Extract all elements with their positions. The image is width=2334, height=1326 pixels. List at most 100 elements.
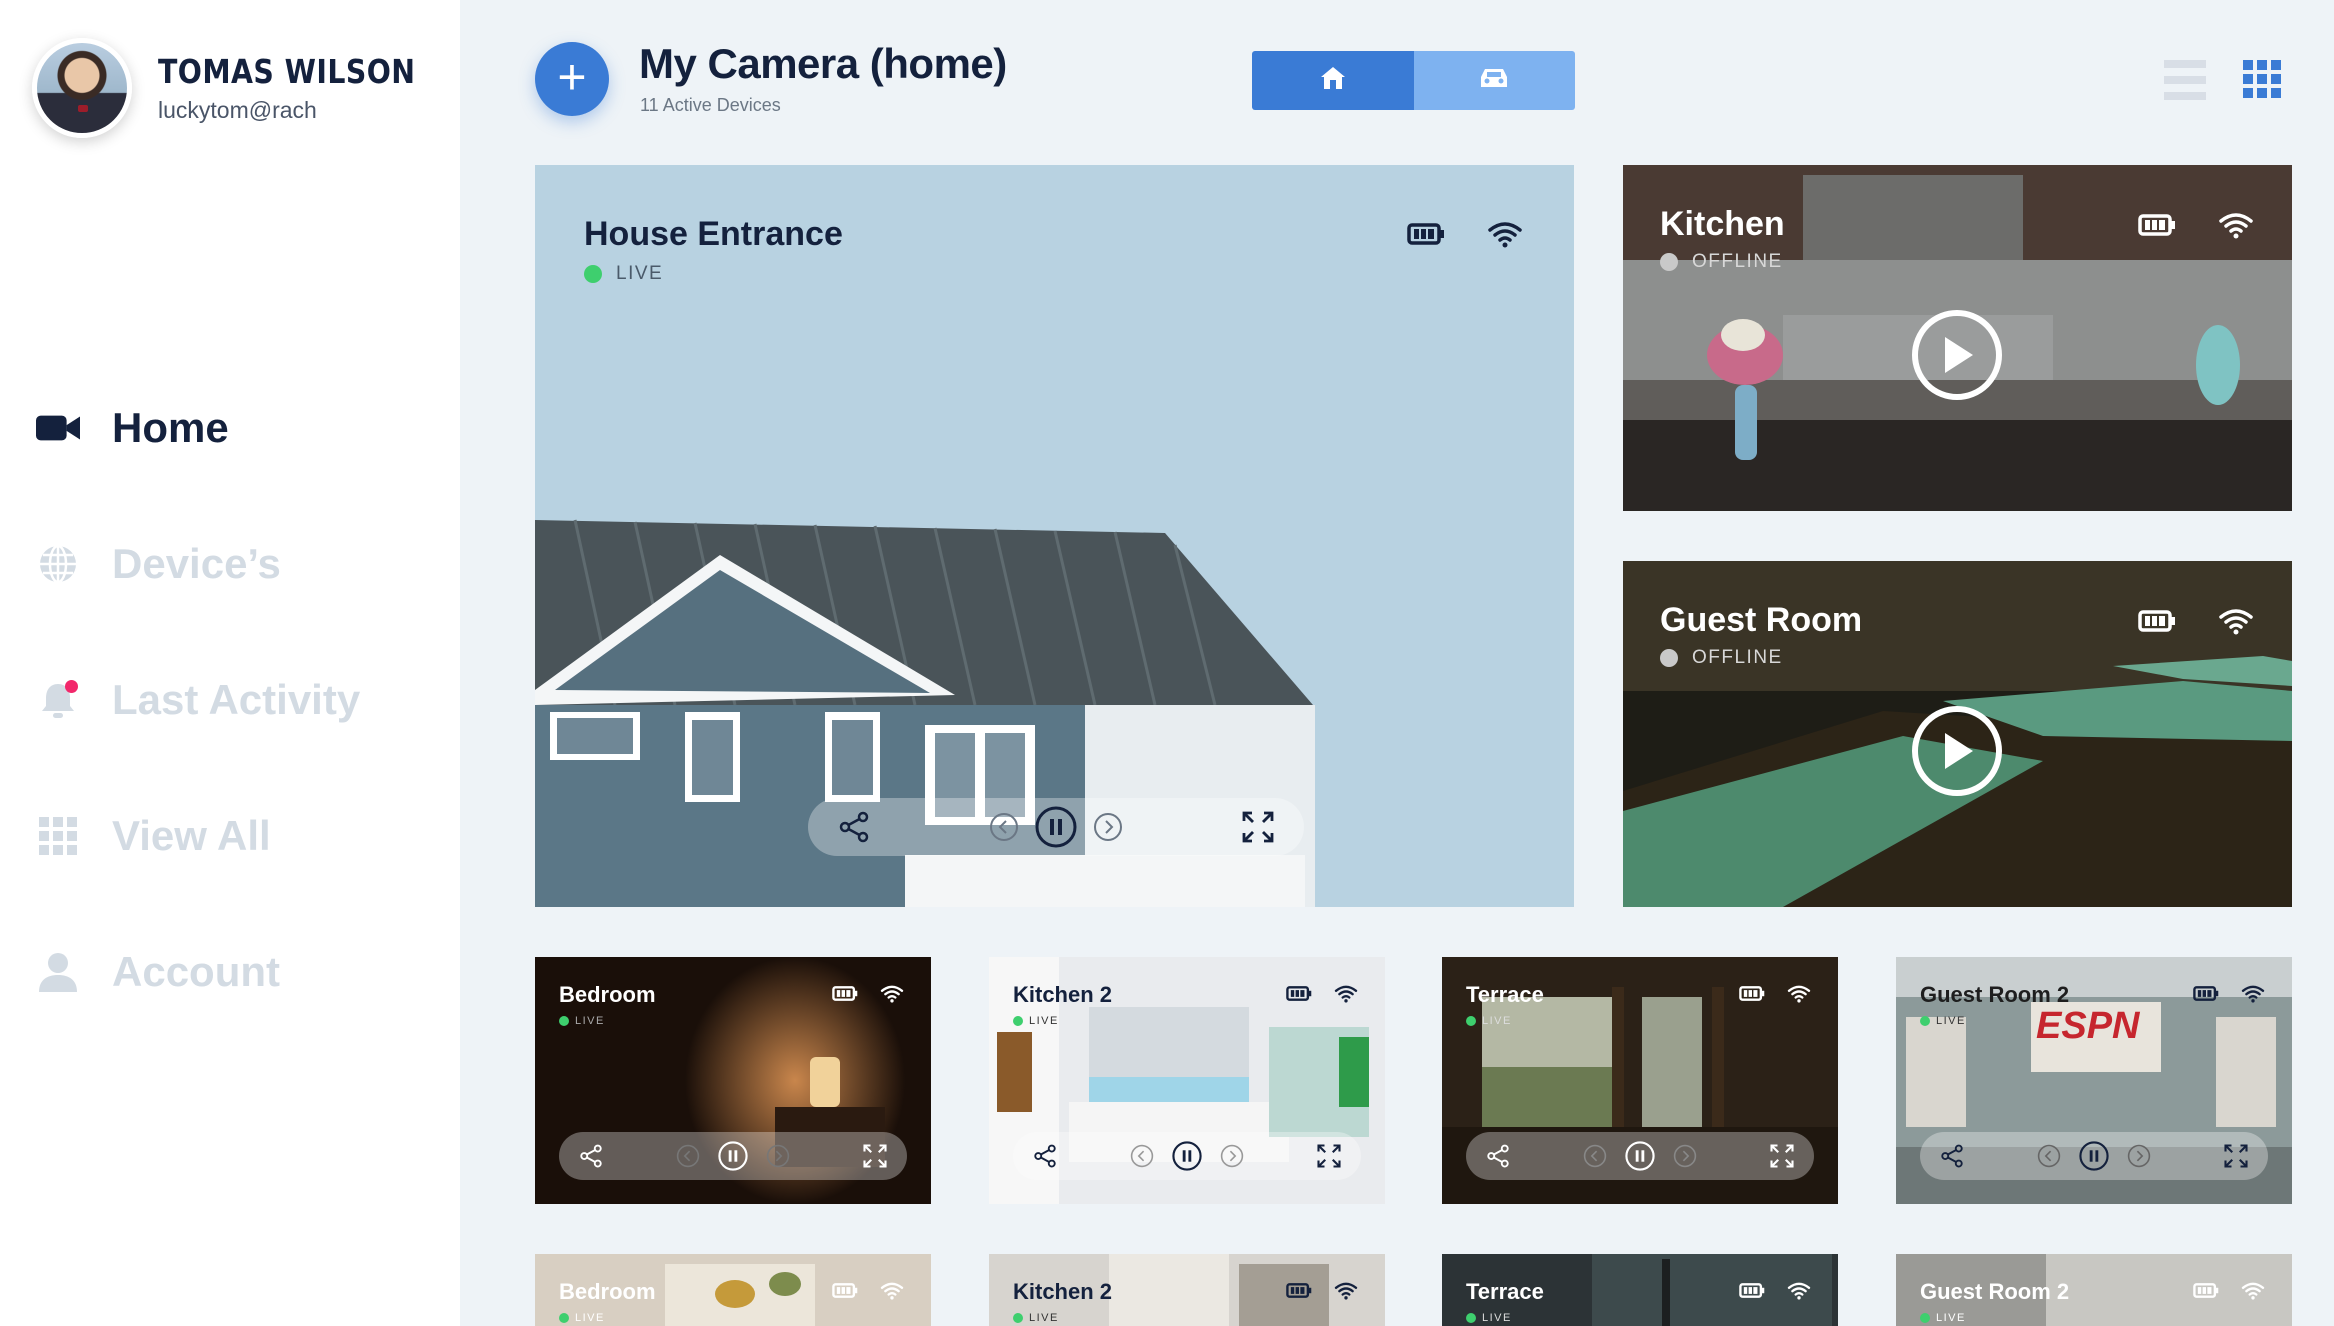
share-icon[interactable] bbox=[838, 811, 870, 843]
status-text: LIVE bbox=[1029, 1312, 1059, 1324]
camera-status: LIVE bbox=[559, 1015, 605, 1027]
location-segmented-control bbox=[1252, 51, 1575, 110]
camera-status: LIVE bbox=[1920, 1015, 1966, 1027]
wifi-icon bbox=[2241, 984, 2265, 1008]
pause-icon[interactable] bbox=[2079, 1141, 2109, 1171]
previous-icon[interactable] bbox=[676, 1144, 700, 1168]
live-indicator bbox=[1466, 1016, 1476, 1026]
wifi-icon bbox=[1334, 1281, 1358, 1305]
status-text: LIVE bbox=[575, 1312, 605, 1324]
camera-indicators bbox=[1407, 220, 1523, 253]
avatar[interactable] bbox=[32, 38, 132, 138]
nav-item-devices[interactable]: Device’s bbox=[36, 496, 360, 632]
camera-title: Guest Room 2 bbox=[1920, 1279, 2070, 1304]
camera-card-kitchen-2[interactable]: Kitchen 2 LIVE bbox=[989, 957, 1385, 1204]
pause-icon[interactable] bbox=[1625, 1141, 1655, 1171]
fullscreen-icon[interactable] bbox=[1770, 1144, 1794, 1168]
battery-icon bbox=[1739, 986, 1765, 1006]
segment-home[interactable] bbox=[1252, 51, 1414, 110]
share-icon[interactable] bbox=[579, 1144, 603, 1168]
home-icon bbox=[1320, 65, 1346, 96]
user-email: luckytom@rach bbox=[158, 97, 317, 123]
next-icon[interactable] bbox=[1673, 1144, 1697, 1168]
battery-icon bbox=[2138, 610, 2176, 637]
next-icon[interactable] bbox=[2127, 1144, 2151, 1168]
fullscreen-icon[interactable] bbox=[1242, 811, 1274, 843]
camera-title: Guest Room 2 bbox=[1920, 982, 2070, 1007]
status-text: OFFLINE bbox=[1692, 251, 1783, 272]
grid-icon bbox=[36, 814, 80, 858]
camera-card-kitchen[interactable]: Kitchen OFFLINE bbox=[1623, 165, 2292, 511]
camera-indicators bbox=[1739, 1281, 1811, 1305]
camera-card-guest-room[interactable]: Guest Room OFFLINE bbox=[1623, 561, 2292, 907]
share-icon[interactable] bbox=[1033, 1144, 1057, 1168]
next-icon[interactable] bbox=[1093, 812, 1123, 842]
wifi-icon bbox=[880, 1281, 904, 1305]
play-icon[interactable] bbox=[1912, 310, 2002, 400]
previous-icon[interactable] bbox=[989, 812, 1019, 842]
camera-title: Terrace bbox=[1466, 982, 1544, 1007]
camera-card-house-entrance[interactable]: House Entrance LIVE bbox=[535, 165, 1574, 907]
pause-icon[interactable] bbox=[718, 1141, 748, 1171]
camera-title: Bedroom bbox=[559, 1279, 656, 1304]
camera-card-bedroom[interactable]: Bedroom LIVE bbox=[535, 957, 931, 1204]
camera-card-kitchen-2-b[interactable]: Kitchen 2 LIVE bbox=[989, 1254, 1385, 1326]
live-indicator bbox=[1466, 1313, 1476, 1323]
espn-sign-text: ESPN bbox=[2036, 1005, 2140, 1047]
camera-card-bedroom-2[interactable]: Bedroom LIVE bbox=[535, 1254, 931, 1326]
camera-indicators bbox=[1286, 1281, 1358, 1305]
camera-title: House Entrance bbox=[584, 215, 843, 253]
share-icon[interactable] bbox=[1940, 1144, 1964, 1168]
segment-car[interactable] bbox=[1413, 51, 1575, 110]
camera-card-terrace[interactable]: Terrace LIVE bbox=[1442, 957, 1838, 1204]
battery-icon bbox=[1407, 223, 1445, 250]
nav-item-last-activity[interactable]: Last Activity bbox=[36, 632, 360, 768]
battery-icon bbox=[1286, 986, 1312, 1006]
camera-indicators bbox=[2193, 984, 2265, 1008]
battery-icon bbox=[1739, 1283, 1765, 1303]
camera-card-terrace-2[interactable]: Terrace LIVE bbox=[1442, 1254, 1838, 1326]
wifi-icon bbox=[880, 984, 904, 1008]
camera-status: LIVE bbox=[559, 1312, 605, 1324]
nav-item-home[interactable]: Home bbox=[36, 360, 360, 496]
status-text: LIVE bbox=[1936, 1015, 1966, 1027]
battery-icon bbox=[2193, 986, 2219, 1006]
camera-title: Kitchen 2 bbox=[1013, 982, 1113, 1007]
playback-controls bbox=[808, 798, 1304, 856]
user-profile[interactable]: TOMAS WILSON luckytom@rach bbox=[32, 38, 457, 138]
camera-card-guest-room-2[interactable]: ESPN Guest Room 2 LIVE bbox=[1896, 957, 2292, 1204]
fullscreen-icon[interactable] bbox=[1317, 1144, 1341, 1168]
pause-icon[interactable] bbox=[1035, 806, 1077, 848]
next-icon[interactable] bbox=[766, 1144, 790, 1168]
wifi-icon bbox=[1334, 984, 1358, 1008]
previous-icon[interactable] bbox=[2037, 1144, 2061, 1168]
camera-card-guest-room-2-b[interactable]: Guest Room 2 LIVE bbox=[1896, 1254, 2292, 1326]
camera-indicators bbox=[832, 984, 904, 1008]
grid-view-icon[interactable] bbox=[2243, 60, 2281, 103]
sidebar: TOMAS WILSON luckytom@rach Home Device’s… bbox=[0, 0, 460, 1326]
status-text: LIVE bbox=[616, 263, 664, 284]
fullscreen-icon[interactable] bbox=[2224, 1144, 2248, 1168]
fullscreen-icon[interactable] bbox=[863, 1144, 887, 1168]
camera-indicators bbox=[2138, 607, 2254, 640]
nav-item-account[interactable]: Account bbox=[36, 904, 360, 1040]
list-view-icon[interactable] bbox=[2164, 60, 2206, 105]
share-icon[interactable] bbox=[1486, 1144, 1510, 1168]
previous-icon[interactable] bbox=[1130, 1144, 1154, 1168]
previous-icon[interactable] bbox=[1583, 1144, 1607, 1168]
camera-indicators bbox=[832, 1281, 904, 1305]
pause-icon[interactable] bbox=[1172, 1141, 1202, 1171]
add-camera-button[interactable]: + bbox=[535, 42, 609, 116]
camera-title: Kitchen bbox=[1660, 205, 1785, 243]
next-icon[interactable] bbox=[1220, 1144, 1244, 1168]
offline-indicator bbox=[1660, 253, 1678, 271]
camera-status: LIVE bbox=[1466, 1015, 1512, 1027]
active-devices-count: 11 Active Devices bbox=[640, 95, 781, 115]
camera-title: Bedroom bbox=[559, 982, 656, 1007]
live-indicator bbox=[1013, 1313, 1023, 1323]
house-scene bbox=[535, 165, 1574, 907]
play-icon[interactable] bbox=[1912, 706, 2002, 796]
nav-item-view-all[interactable]: View All bbox=[36, 768, 360, 904]
bell-icon bbox=[36, 678, 80, 722]
camera-indicators bbox=[1739, 984, 1811, 1008]
